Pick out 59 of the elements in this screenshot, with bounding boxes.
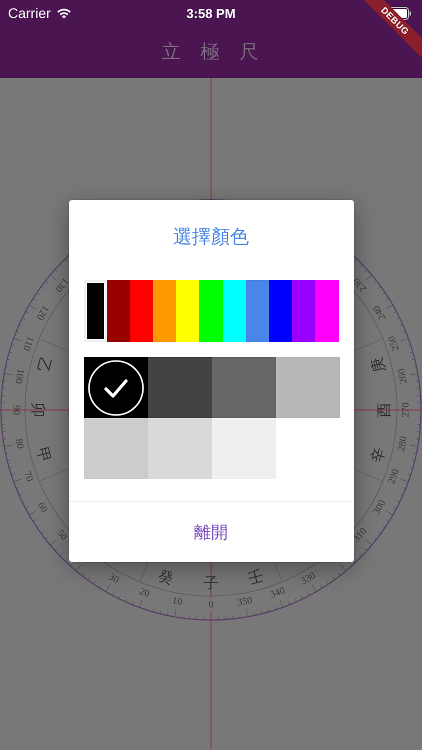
- shade-swatch[interactable]: [148, 418, 212, 479]
- close-button[interactable]: 離開: [182, 514, 240, 550]
- direction-character: 庚: [367, 356, 389, 375]
- color-swatch[interactable]: [130, 280, 153, 342]
- direction-character: 甲: [33, 445, 55, 464]
- direction-character: 壬: [246, 566, 266, 588]
- degree-label: 60: [35, 500, 50, 514]
- degree-label: 120: [34, 303, 51, 322]
- degree-label: 310: [351, 526, 370, 544]
- direction-character: 辛: [367, 445, 389, 464]
- degree-label: 340: [268, 585, 287, 601]
- degree-label: 50: [54, 528, 70, 543]
- color-swatch[interactable]: [222, 280, 246, 342]
- shade-swatch[interactable]: [212, 418, 276, 479]
- shade-swatch[interactable]: [84, 357, 148, 418]
- degree-label: 280: [396, 435, 410, 452]
- degree-label: 20: [138, 586, 151, 600]
- color-swatch[interactable]: [315, 280, 339, 342]
- degree-label: 10: [171, 596, 184, 608]
- degree-label: 100: [12, 368, 26, 385]
- color-swatch[interactable]: [268, 280, 292, 342]
- degree-label: 260: [396, 368, 410, 385]
- app-title: 立 極 尺: [161, 40, 261, 65]
- degree-label: 240: [371, 303, 388, 322]
- direction-character: 子: [204, 574, 218, 592]
- degree-label: 230: [351, 276, 370, 294]
- color-swatch[interactable]: [84, 280, 106, 342]
- degree-label: 0: [208, 599, 214, 610]
- shade-swatch[interactable]: [212, 357, 276, 418]
- degree-label: 70: [21, 470, 35, 484]
- degree-label: 250: [386, 334, 402, 352]
- degree-label: 110: [20, 334, 36, 352]
- direction-character: 癸: [156, 566, 176, 588]
- color-swatch[interactable]: [246, 280, 269, 342]
- color-swatch[interactable]: [152, 280, 176, 342]
- shade-swatch[interactable]: [84, 418, 148, 479]
- wifi-icon: [56, 7, 72, 19]
- degree-label: 300: [371, 498, 388, 517]
- color-swatch[interactable]: [292, 280, 316, 342]
- degree-label: 90: [10, 405, 22, 415]
- degree-label: 130: [52, 276, 71, 294]
- shade-swatch[interactable]: [276, 357, 340, 418]
- degree-label: 30: [106, 571, 121, 586]
- degree-label: 330: [299, 570, 318, 588]
- direction-character: 酉: [374, 402, 393, 418]
- degree-label: 350: [236, 595, 254, 609]
- dialog-title: 選擇顏色: [172, 225, 250, 250]
- color-swatch[interactable]: [106, 280, 130, 342]
- degree-label: 290: [386, 468, 402, 486]
- direction-character: 卯: [29, 402, 48, 418]
- color-swatch[interactable]: [176, 280, 200, 342]
- degree-label: 270: [400, 402, 412, 418]
- check-icon: [88, 360, 144, 416]
- color-swatch[interactable]: [199, 280, 223, 342]
- degree-label: 80: [12, 438, 26, 450]
- direction-character: 乙: [33, 356, 55, 375]
- shade-swatch[interactable]: [148, 357, 212, 418]
- carrier-label: Carrier: [8, 5, 51, 21]
- clock-time: 3:58 PM: [186, 6, 236, 20]
